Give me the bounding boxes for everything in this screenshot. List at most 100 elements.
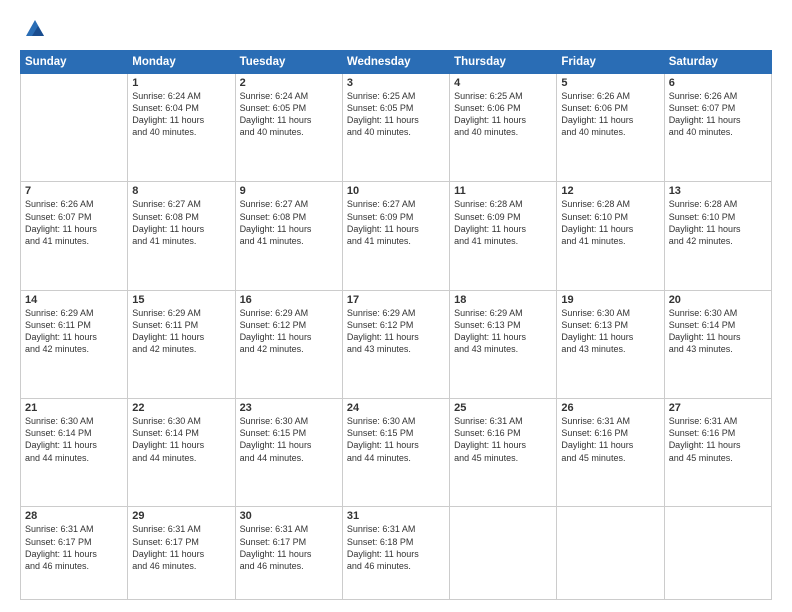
day-number: 19 xyxy=(561,294,659,306)
calendar-cell xyxy=(557,507,664,600)
day-number: 12 xyxy=(561,185,659,197)
day-number: 8 xyxy=(132,185,230,197)
day-info: Sunrise: 6:31 AM Sunset: 6:16 PM Dayligh… xyxy=(561,415,659,464)
logo-icon xyxy=(24,18,46,40)
calendar-cell: 27Sunrise: 6:31 AM Sunset: 6:16 PM Dayli… xyxy=(664,399,771,507)
day-number: 29 xyxy=(132,510,230,522)
calendar-cell: 17Sunrise: 6:29 AM Sunset: 6:12 PM Dayli… xyxy=(342,290,449,398)
calendar-cell: 11Sunrise: 6:28 AM Sunset: 6:09 PM Dayli… xyxy=(450,182,557,290)
calendar-cell: 26Sunrise: 6:31 AM Sunset: 6:16 PM Dayli… xyxy=(557,399,664,507)
day-info: Sunrise: 6:28 AM Sunset: 6:09 PM Dayligh… xyxy=(454,198,552,247)
day-info: Sunrise: 6:31 AM Sunset: 6:17 PM Dayligh… xyxy=(25,523,123,572)
day-info: Sunrise: 6:25 AM Sunset: 6:06 PM Dayligh… xyxy=(454,90,552,139)
day-info: Sunrise: 6:31 AM Sunset: 6:16 PM Dayligh… xyxy=(669,415,767,464)
day-number: 21 xyxy=(25,402,123,414)
weekday-header-tuesday: Tuesday xyxy=(235,51,342,74)
day-number: 15 xyxy=(132,294,230,306)
calendar-table: SundayMondayTuesdayWednesdayThursdayFrid… xyxy=(20,50,772,600)
day-number: 6 xyxy=(669,77,767,89)
day-info: Sunrise: 6:29 AM Sunset: 6:11 PM Dayligh… xyxy=(132,307,230,356)
day-number: 28 xyxy=(25,510,123,522)
calendar-cell: 22Sunrise: 6:30 AM Sunset: 6:14 PM Dayli… xyxy=(128,399,235,507)
day-info: Sunrise: 6:27 AM Sunset: 6:08 PM Dayligh… xyxy=(132,198,230,247)
day-info: Sunrise: 6:31 AM Sunset: 6:16 PM Dayligh… xyxy=(454,415,552,464)
day-number: 7 xyxy=(25,185,123,197)
calendar-cell: 30Sunrise: 6:31 AM Sunset: 6:17 PM Dayli… xyxy=(235,507,342,600)
calendar-cell xyxy=(21,74,128,182)
day-number: 23 xyxy=(240,402,338,414)
day-info: Sunrise: 6:30 AM Sunset: 6:14 PM Dayligh… xyxy=(669,307,767,356)
calendar-week-row: 14Sunrise: 6:29 AM Sunset: 6:11 PM Dayli… xyxy=(21,290,772,398)
day-info: Sunrise: 6:30 AM Sunset: 6:13 PM Dayligh… xyxy=(561,307,659,356)
calendar-week-row: 28Sunrise: 6:31 AM Sunset: 6:17 PM Dayli… xyxy=(21,507,772,600)
calendar-cell: 31Sunrise: 6:31 AM Sunset: 6:18 PM Dayli… xyxy=(342,507,449,600)
calendar-cell: 7Sunrise: 6:26 AM Sunset: 6:07 PM Daylig… xyxy=(21,182,128,290)
day-info: Sunrise: 6:26 AM Sunset: 6:06 PM Dayligh… xyxy=(561,90,659,139)
calendar-cell: 10Sunrise: 6:27 AM Sunset: 6:09 PM Dayli… xyxy=(342,182,449,290)
day-info: Sunrise: 6:27 AM Sunset: 6:08 PM Dayligh… xyxy=(240,198,338,247)
calendar-cell: 24Sunrise: 6:30 AM Sunset: 6:15 PM Dayli… xyxy=(342,399,449,507)
calendar-cell: 5Sunrise: 6:26 AM Sunset: 6:06 PM Daylig… xyxy=(557,74,664,182)
calendar-cell: 16Sunrise: 6:29 AM Sunset: 6:12 PM Dayli… xyxy=(235,290,342,398)
calendar-cell: 21Sunrise: 6:30 AM Sunset: 6:14 PM Dayli… xyxy=(21,399,128,507)
day-info: Sunrise: 6:31 AM Sunset: 6:17 PM Dayligh… xyxy=(240,523,338,572)
day-info: Sunrise: 6:29 AM Sunset: 6:12 PM Dayligh… xyxy=(347,307,445,356)
day-info: Sunrise: 6:27 AM Sunset: 6:09 PM Dayligh… xyxy=(347,198,445,247)
weekday-header-wednesday: Wednesday xyxy=(342,51,449,74)
day-info: Sunrise: 6:25 AM Sunset: 6:05 PM Dayligh… xyxy=(347,90,445,139)
calendar-cell: 29Sunrise: 6:31 AM Sunset: 6:17 PM Dayli… xyxy=(128,507,235,600)
day-number: 4 xyxy=(454,77,552,89)
day-info: Sunrise: 6:30 AM Sunset: 6:15 PM Dayligh… xyxy=(240,415,338,464)
day-number: 27 xyxy=(669,402,767,414)
day-info: Sunrise: 6:29 AM Sunset: 6:13 PM Dayligh… xyxy=(454,307,552,356)
day-number: 26 xyxy=(561,402,659,414)
weekday-header-saturday: Saturday xyxy=(664,51,771,74)
weekday-header-friday: Friday xyxy=(557,51,664,74)
weekday-header-thursday: Thursday xyxy=(450,51,557,74)
calendar-cell: 28Sunrise: 6:31 AM Sunset: 6:17 PM Dayli… xyxy=(21,507,128,600)
day-number: 9 xyxy=(240,185,338,197)
day-info: Sunrise: 6:26 AM Sunset: 6:07 PM Dayligh… xyxy=(669,90,767,139)
day-info: Sunrise: 6:30 AM Sunset: 6:15 PM Dayligh… xyxy=(347,415,445,464)
day-info: Sunrise: 6:30 AM Sunset: 6:14 PM Dayligh… xyxy=(25,415,123,464)
calendar-cell: 19Sunrise: 6:30 AM Sunset: 6:13 PM Dayli… xyxy=(557,290,664,398)
day-info: Sunrise: 6:29 AM Sunset: 6:12 PM Dayligh… xyxy=(240,307,338,356)
calendar-cell: 14Sunrise: 6:29 AM Sunset: 6:11 PM Dayli… xyxy=(21,290,128,398)
day-number: 20 xyxy=(669,294,767,306)
day-number: 24 xyxy=(347,402,445,414)
calendar-cell: 15Sunrise: 6:29 AM Sunset: 6:11 PM Dayli… xyxy=(128,290,235,398)
calendar-cell: 23Sunrise: 6:30 AM Sunset: 6:15 PM Dayli… xyxy=(235,399,342,507)
calendar-week-row: 7Sunrise: 6:26 AM Sunset: 6:07 PM Daylig… xyxy=(21,182,772,290)
calendar-cell: 2Sunrise: 6:24 AM Sunset: 6:05 PM Daylig… xyxy=(235,74,342,182)
day-number: 1 xyxy=(132,77,230,89)
calendar-cell: 8Sunrise: 6:27 AM Sunset: 6:08 PM Daylig… xyxy=(128,182,235,290)
day-number: 30 xyxy=(240,510,338,522)
day-number: 31 xyxy=(347,510,445,522)
day-number: 5 xyxy=(561,77,659,89)
header xyxy=(20,18,772,40)
calendar-cell: 20Sunrise: 6:30 AM Sunset: 6:14 PM Dayli… xyxy=(664,290,771,398)
day-number: 25 xyxy=(454,402,552,414)
day-number: 16 xyxy=(240,294,338,306)
calendar-cell: 18Sunrise: 6:29 AM Sunset: 6:13 PM Dayli… xyxy=(450,290,557,398)
calendar-header-row: SundayMondayTuesdayWednesdayThursdayFrid… xyxy=(21,51,772,74)
day-number: 18 xyxy=(454,294,552,306)
day-info: Sunrise: 6:28 AM Sunset: 6:10 PM Dayligh… xyxy=(669,198,767,247)
weekday-header-monday: Monday xyxy=(128,51,235,74)
calendar-cell: 13Sunrise: 6:28 AM Sunset: 6:10 PM Dayli… xyxy=(664,182,771,290)
day-number: 2 xyxy=(240,77,338,89)
day-number: 22 xyxy=(132,402,230,414)
day-number: 17 xyxy=(347,294,445,306)
calendar-cell xyxy=(664,507,771,600)
calendar-cell: 12Sunrise: 6:28 AM Sunset: 6:10 PM Dayli… xyxy=(557,182,664,290)
weekday-header-sunday: Sunday xyxy=(21,51,128,74)
calendar-week-row: 1Sunrise: 6:24 AM Sunset: 6:04 PM Daylig… xyxy=(21,74,772,182)
day-info: Sunrise: 6:31 AM Sunset: 6:17 PM Dayligh… xyxy=(132,523,230,572)
day-info: Sunrise: 6:26 AM Sunset: 6:07 PM Dayligh… xyxy=(25,198,123,247)
day-info: Sunrise: 6:24 AM Sunset: 6:04 PM Dayligh… xyxy=(132,90,230,139)
calendar-cell: 6Sunrise: 6:26 AM Sunset: 6:07 PM Daylig… xyxy=(664,74,771,182)
page: SundayMondayTuesdayWednesdayThursdayFrid… xyxy=(0,0,792,612)
calendar-cell: 3Sunrise: 6:25 AM Sunset: 6:05 PM Daylig… xyxy=(342,74,449,182)
day-info: Sunrise: 6:30 AM Sunset: 6:14 PM Dayligh… xyxy=(132,415,230,464)
day-number: 3 xyxy=(347,77,445,89)
